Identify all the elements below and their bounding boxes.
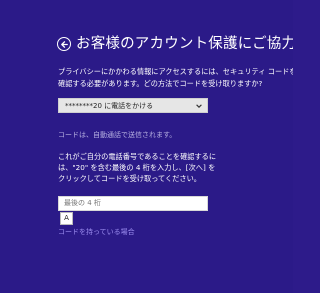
instructions-line-2: は、"20" を含む最後の 4 桁を入力し、[次へ] を (58, 163, 216, 172)
account-protection-page: お客様のアカウント保護にご協力ください プライバシーにかかわる情報にアクセスする… (0, 0, 293, 293)
chevron-down-icon (196, 104, 202, 108)
have-code-link[interactable]: コードを持っている場合 (58, 227, 135, 237)
auto-call-note: コードは、自動通話で送信されます。 (58, 131, 177, 139)
page-title: お客様のアカウント保護にご協力ください (76, 36, 293, 52)
verification-method-value: ********20 に電話をかける (65, 102, 154, 110)
last-four-digits-input[interactable]: 最後の 4 桁 (58, 196, 208, 211)
description-line-1: プライバシーにかかわる情報にアクセスするには、セキュリティ コードを使ってアカウ (58, 67, 293, 76)
instructions-line-1: これがご自分の電話番号であることを確認するに (58, 152, 217, 161)
ime-mode-indicator: A (60, 212, 73, 225)
instructions: これがご自分の電話番号であることを確認するに は、"20" を含む最後の 4 桁… (58, 151, 216, 184)
verification-method-dropdown[interactable]: ********20 に電話をかける (58, 98, 208, 113)
back-button[interactable] (57, 37, 71, 51)
description: プライバシーにかかわる情報にアクセスするには、セキュリティ コードを使ってアカウ… (58, 66, 293, 89)
instructions-line-3: クリックしてコードを受け取ってください。 (58, 174, 201, 183)
back-arrow-icon (60, 40, 68, 48)
description-line-2: 確認する必要があります。どの方法でコードを受け取りますか? (58, 78, 263, 88)
